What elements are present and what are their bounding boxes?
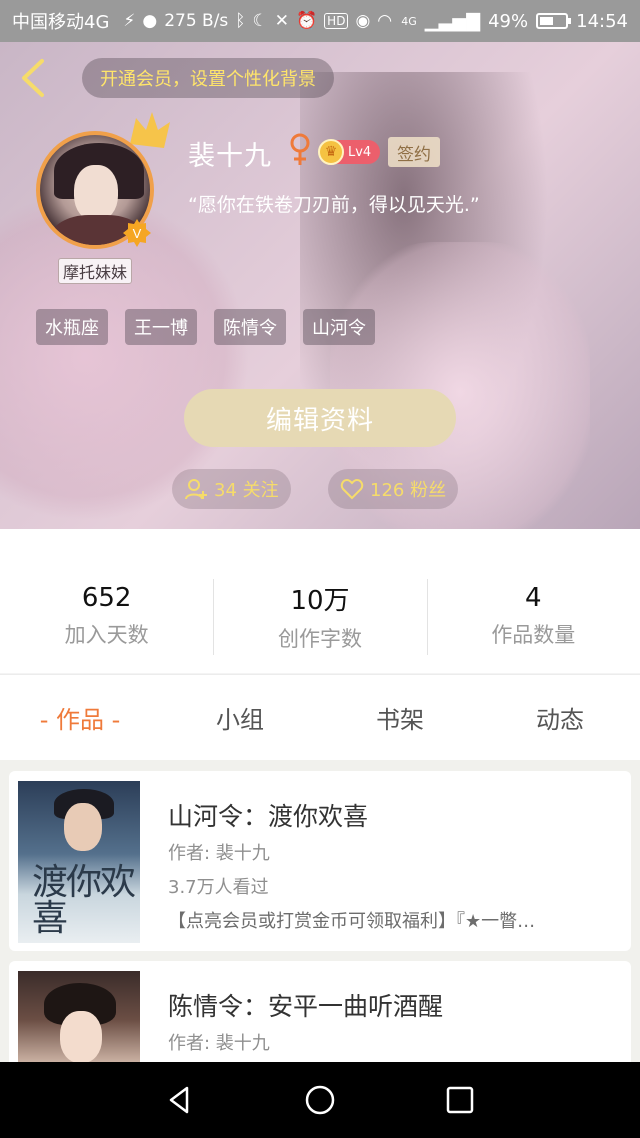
tab-works[interactable]: - 作品 -: [0, 700, 160, 735]
bluetooth-icon: ᛒ: [235, 11, 246, 31]
alarm-icon: ⏰: [296, 11, 318, 31]
level-coin-icon: ♛: [318, 139, 344, 165]
work-card[interactable]: 渡你欢喜 山河令：渡你欢喜 作者: 裴十九 3.7万人看过 【点亮会员或打赏金币…: [9, 771, 631, 951]
works-list: 渡你欢喜 山河令：渡你欢喜 作者: 裴十九 3.7万人看过 【点亮会员或打赏金币…: [0, 760, 640, 1062]
username: 裴十九: [188, 141, 272, 172]
mute-icon: ✕: [274, 11, 289, 31]
work-author: 作者: 裴十九: [168, 1033, 270, 1054]
heart-icon: [340, 478, 364, 500]
network-type: 4G: [401, 14, 417, 28]
work-description: 【点亮会员或打赏金币可领取福利】『★一瞥…: [168, 911, 536, 932]
stats-row: 652 加入天数 10万 创作字数 4 作品数量: [0, 529, 640, 673]
stat-label: 加入天数: [64, 623, 149, 647]
nav-home-icon[interactable]: [303, 1083, 337, 1117]
tab-activity[interactable]: 动态: [480, 700, 640, 735]
user-add-icon: [185, 479, 207, 500]
stat-days: 652 加入天数: [0, 529, 213, 673]
battery-percent: 49%: [488, 10, 529, 32]
profile-header: [0, 42, 640, 529]
fans-count: 126 粉丝: [370, 480, 447, 501]
back-button[interactable]: [16, 58, 52, 98]
stat-label: 作品数量: [491, 623, 576, 647]
tab-groups[interactable]: 小组: [160, 700, 320, 735]
work-title: 山河令：渡你欢喜: [168, 802, 369, 831]
stat-label: 创作字数: [277, 626, 362, 651]
carrier-label: 中国移动4G: [12, 12, 110, 33]
svg-text:V: V: [133, 226, 142, 241]
interest-tag[interactable]: 水瓶座: [36, 309, 108, 345]
interest-tag[interactable]: 陈情令: [214, 309, 286, 345]
nav-back-icon[interactable]: [163, 1083, 197, 1117]
level-label: Lv4: [348, 144, 372, 160]
interest-tag[interactable]: 山河令: [303, 309, 375, 345]
female-icon: [290, 133, 310, 165]
work-views: 3.7万人看过: [168, 877, 269, 898]
book-cover: 渡你欢喜: [18, 781, 140, 943]
stat-value: 4: [525, 583, 542, 613]
wifi-icon: ◠: [377, 11, 393, 31]
signed-badge: 签约: [388, 137, 440, 167]
cover-title: 渡你欢喜: [32, 862, 136, 939]
wechat-icon: ●: [142, 11, 158, 31]
interest-tag[interactable]: 王一博: [125, 309, 197, 345]
usb-icon: ⚡: [123, 11, 136, 31]
tab-bookshelf[interactable]: 书架: [320, 700, 480, 735]
interest-tags: 水瓶座 王一博 陈情令 山河令: [36, 309, 375, 345]
stat-value: 652: [81, 583, 132, 613]
profile-tabs: - 作品 - 小组 书架 动态: [0, 674, 640, 760]
stat-works: 4 作品数量: [426, 529, 640, 673]
stat-value: 10万: [290, 585, 350, 616]
work-author: 作者: 裴十九: [168, 843, 270, 864]
network-speed: 275 B/s: [164, 11, 229, 31]
stat-words: 10万 创作字数: [213, 529, 426, 673]
vip-background-banner[interactable]: 开通会员，设置个性化背景: [82, 58, 334, 98]
signal-icon: ▁▃▅▇: [424, 10, 481, 32]
clock: 14:54: [576, 10, 628, 32]
work-title: 陈情令：安平一曲听酒醒: [168, 992, 444, 1021]
moon-icon: ☾: [252, 11, 268, 31]
edit-profile-button[interactable]: 编辑资料: [184, 389, 456, 447]
profile-motto: “愿你在铁卷刀刃前，得以见天光.”: [188, 194, 480, 216]
book-cover: [18, 971, 140, 1062]
level-badge: ♛ Lv4: [318, 139, 380, 165]
hd-icon: HD: [324, 13, 349, 29]
nav-recents-icon[interactable]: [443, 1083, 477, 1117]
chevron-left-icon: [22, 59, 44, 97]
following-button[interactable]: 34 关注: [172, 469, 291, 509]
work-card[interactable]: 陈情令：安平一曲听酒醒 作者: 裴十九: [9, 961, 631, 1062]
verified-icon: V: [123, 219, 151, 247]
avatar-tag: 摩托妹妹: [58, 258, 133, 284]
following-count: 34 关注: [214, 480, 279, 501]
fans-button[interactable]: 126 粉丝: [328, 469, 459, 509]
eye-icon: ◉: [355, 11, 371, 31]
system-nav-bar: [0, 1062, 640, 1138]
battery-icon: [536, 13, 572, 29]
status-bar: 中国移动4G ⚡ ● 275 B/s ᛒ ☾ ✕ ⏰ HD ◉ ◠ 4G ▁▃▅…: [0, 0, 640, 42]
